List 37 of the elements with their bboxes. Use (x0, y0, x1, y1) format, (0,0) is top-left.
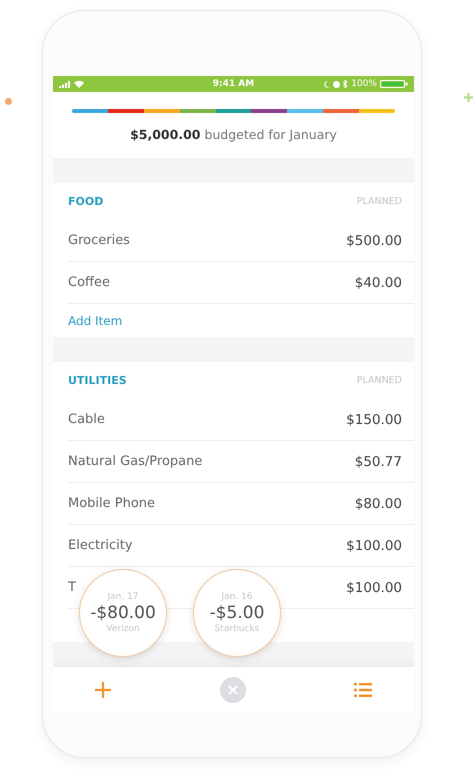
item-amount: $100.00 (346, 580, 402, 596)
item-amount: $500.00 (346, 232, 402, 248)
column-heading: PLANNED (356, 375, 402, 386)
add-icon[interactable] (95, 682, 111, 698)
category-title: UTILITIES (68, 374, 127, 387)
item-label: Coffee (68, 275, 110, 290)
item-amount: $40.00 (354, 274, 402, 290)
item-label: Cable (68, 412, 105, 427)
item-amount: $80.00 (354, 496, 402, 512)
budget-item[interactable]: Natural Gas/Propane $50.77 (68, 441, 414, 483)
item-amount: $150.00 (346, 412, 402, 428)
wifi-icon (74, 80, 84, 88)
moon-icon (324, 80, 330, 88)
close-icon[interactable] (220, 677, 246, 703)
budget-summary: $5,000.00 budgeted for January (129, 127, 338, 142)
item-amount: $50.77 (354, 454, 402, 470)
budget-item[interactable]: Mobile Phone $80.00 (68, 483, 414, 525)
bluetooth-icon (343, 80, 348, 88)
signal-icon (59, 80, 71, 88)
item-label: Mobile Phone (68, 496, 156, 511)
budget-item[interactable]: Cable $150.00 (68, 399, 414, 441)
status-time: 9:41 AM (212, 79, 254, 89)
item-label: Groceries (68, 233, 130, 248)
item-label: Electricity (68, 538, 133, 553)
item-amount: $100.00 (346, 538, 402, 554)
plus-icon (464, 93, 473, 102)
budget-item[interactable]: Groceries $500.00 (68, 220, 414, 262)
decoration-dot (5, 98, 12, 105)
category-title: FOOD (68, 195, 104, 208)
budget-item[interactable]: Electricity $100.00 (68, 525, 414, 567)
battery-percent: 100% (351, 79, 377, 89)
column-heading: PLANNED (356, 196, 402, 207)
battery-icon (380, 80, 408, 88)
item-label: Natural Gas/Propane (68, 454, 202, 469)
budget-item[interactable]: Coffee $40.00 (68, 262, 414, 304)
list-icon[interactable] (354, 683, 372, 697)
item-label: T (68, 580, 76, 595)
